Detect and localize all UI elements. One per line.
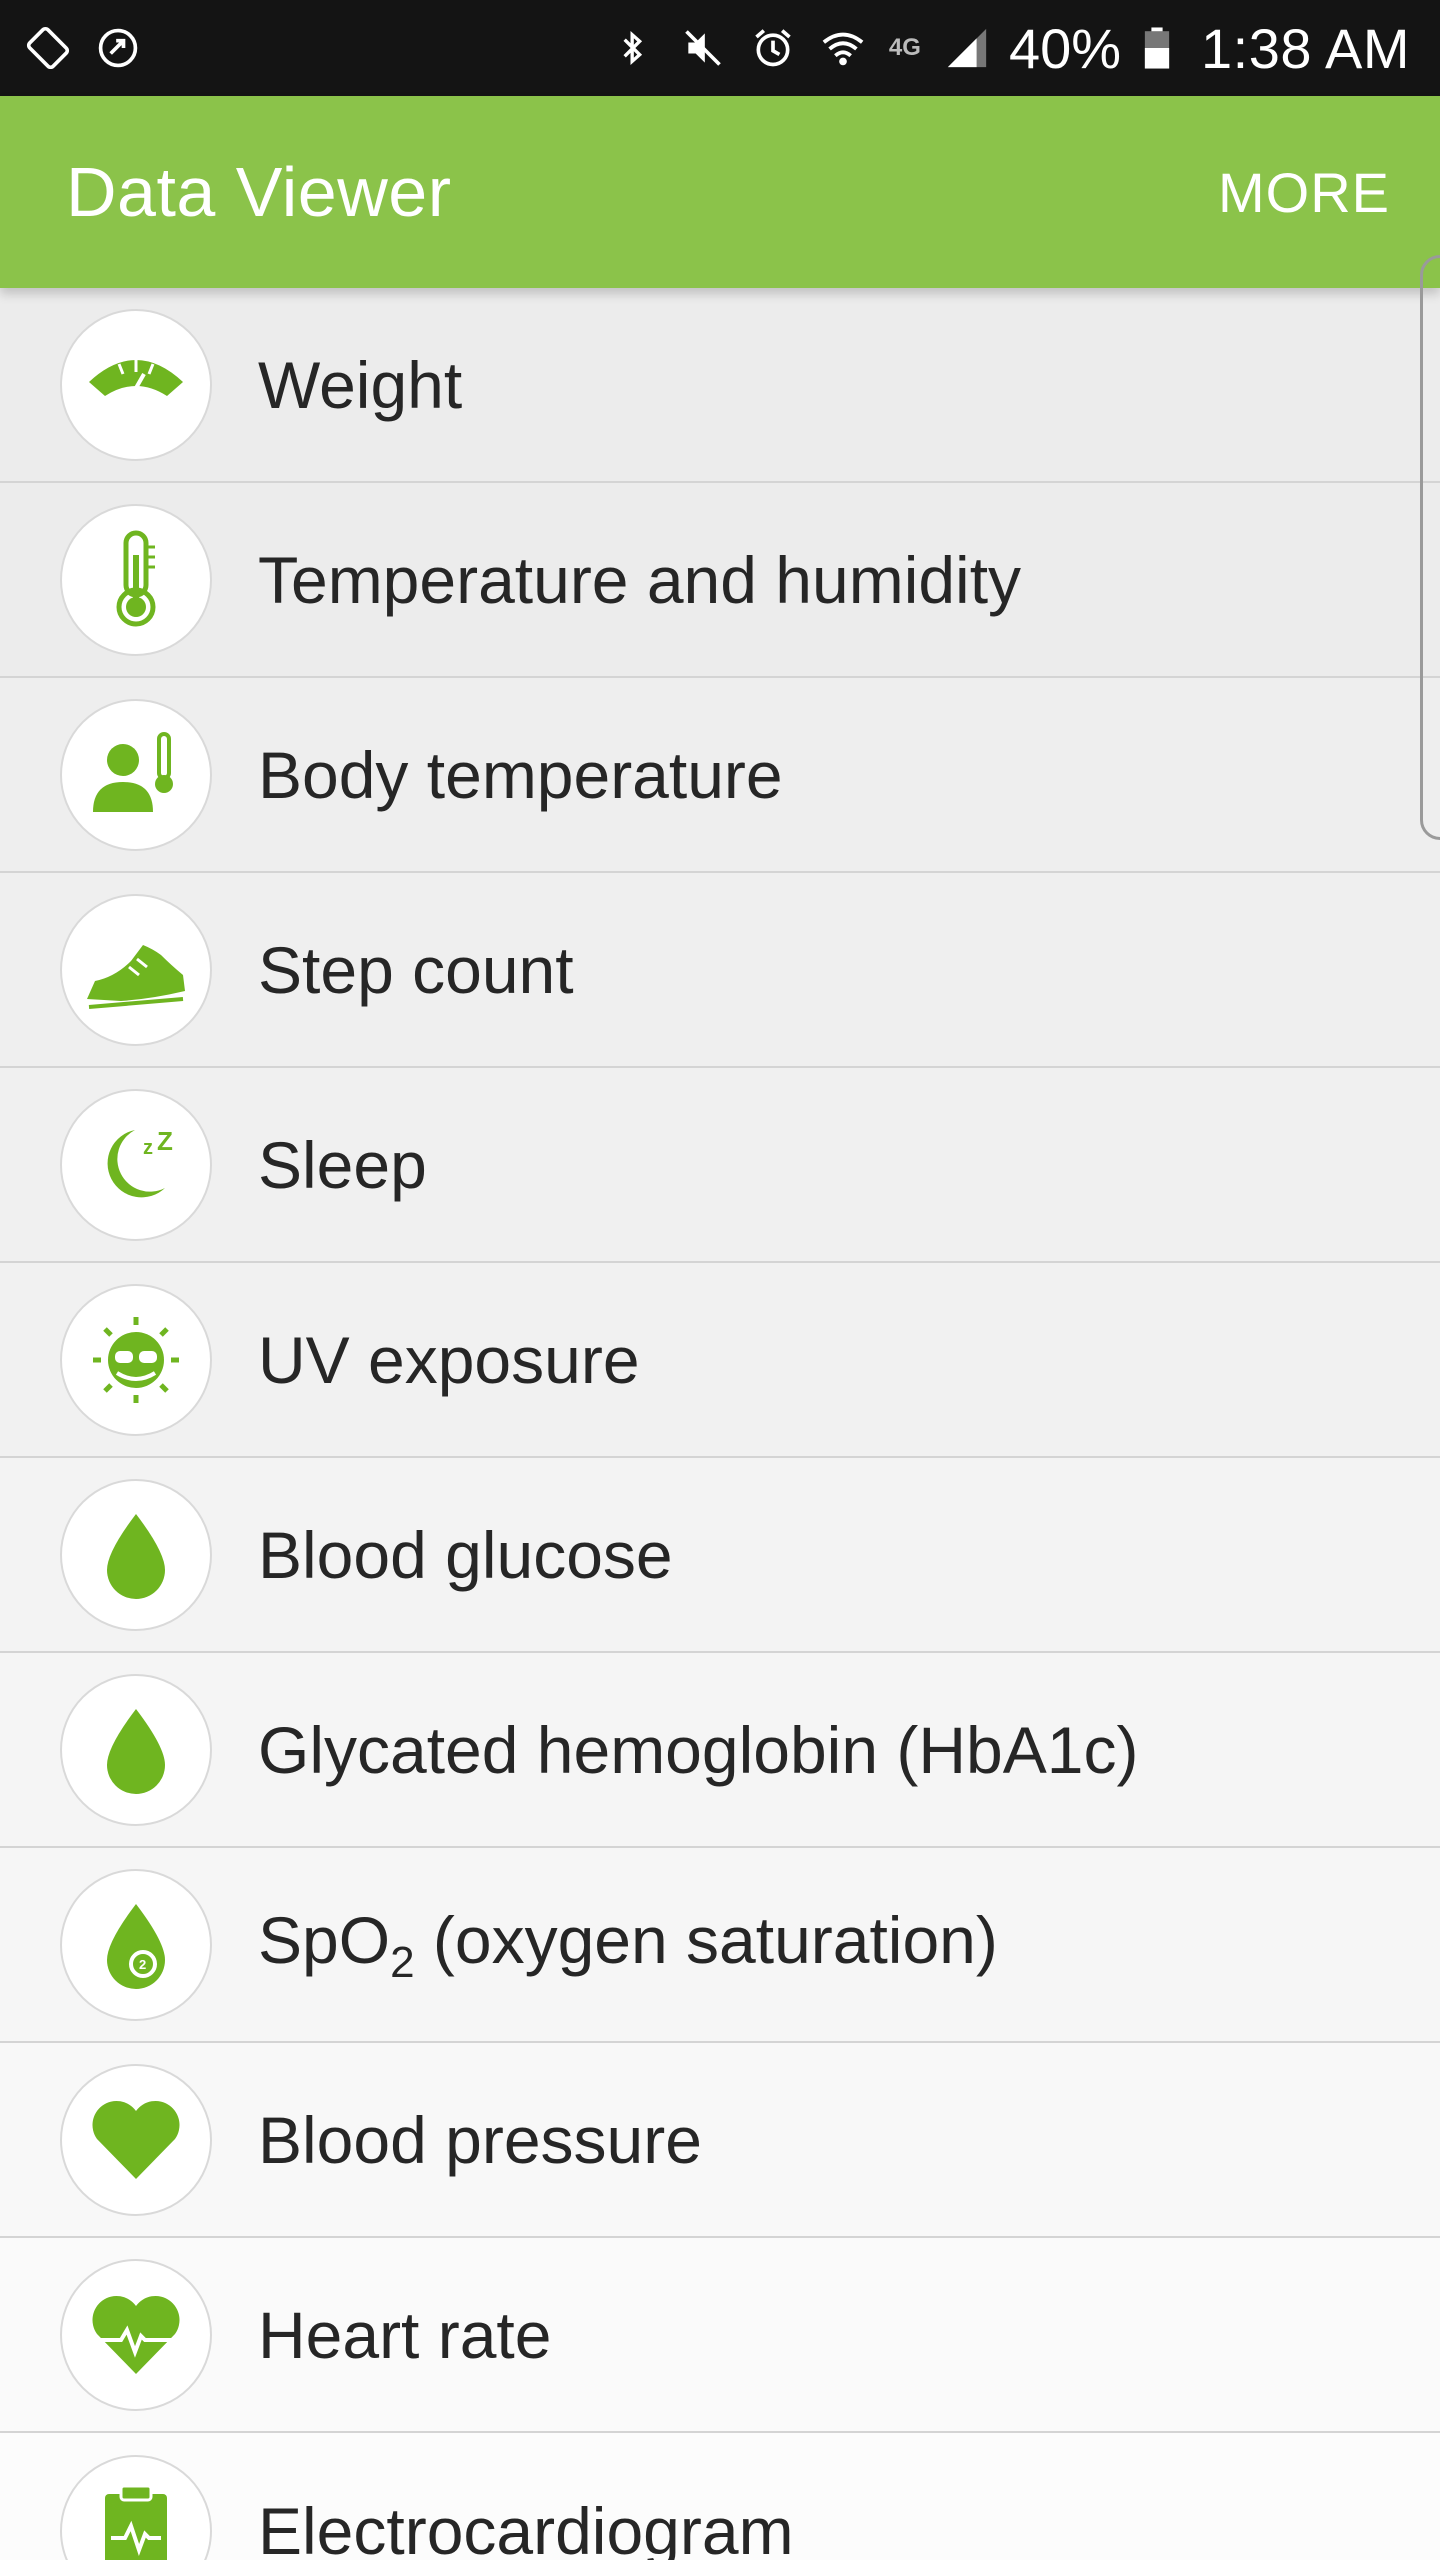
status-right: 4G 40% 1:38 AM (587, 16, 1410, 81)
mute-icon (679, 24, 727, 72)
item-label: Sleep (258, 1127, 427, 1202)
item-label: Electrocardiogram (258, 2493, 794, 2560)
list-item-weight[interactable]: Weight (0, 288, 1440, 483)
oxygen-drop-icon: 2 (60, 1868, 212, 2021)
ecg-clipboard-icon (60, 2454, 212, 2560)
list-item-body-temperature[interactable]: Body temperature (0, 678, 1440, 873)
svg-text:Z: Z (157, 1126, 173, 1156)
list-item-step-count[interactable]: Step count (0, 873, 1440, 1068)
status-left (24, 24, 164, 72)
status-bar: 4G 40% 1:38 AM (0, 0, 1440, 96)
edge-panel-handle[interactable] (1420, 255, 1440, 840)
drop-icon (60, 1673, 212, 1826)
clock: 1:38 AM (1201, 16, 1410, 80)
list-item-hba1c[interactable]: Glycated hemoglobin (HbA1c) (0, 1653, 1440, 1848)
list-item-temperature-humidity[interactable]: Temperature and humidity (0, 483, 1440, 678)
item-label: Glycated hemoglobin (HbA1c) (258, 1712, 1139, 1787)
list-item-blood-glucose[interactable]: Blood glucose (0, 1458, 1440, 1653)
signal-icon (943, 24, 991, 72)
scale-icon (60, 308, 212, 461)
item-label: Body temperature (258, 737, 783, 812)
item-label: SpO2 (oxygen saturation) (258, 1902, 998, 1988)
list-item-heart-rate[interactable]: Heart rate (0, 2238, 1440, 2433)
item-label: Blood glucose (258, 1517, 673, 1592)
spo2-subscript: 2 (390, 1937, 415, 1987)
battery-icon (1133, 24, 1181, 72)
item-label: Heart rate (258, 2297, 552, 2372)
bluetooth-icon (609, 24, 657, 72)
svg-text:z: z (143, 1137, 153, 1159)
item-label: Weight (258, 347, 463, 422)
list-item-spo2[interactable]: 2 SpO2 (oxygen saturation) (0, 1848, 1440, 2043)
alarm-icon (749, 24, 797, 72)
shoe-icon (60, 893, 212, 1046)
spo2-suffix: (oxygen saturation) (414, 1902, 998, 1977)
heart-icon (60, 2063, 212, 2216)
network-type-label: 4G (888, 34, 921, 61)
more-button[interactable]: MORE (1218, 160, 1390, 225)
item-label: Step count (258, 932, 574, 1007)
sun-sunglasses-icon (60, 1283, 212, 1436)
list-item-electrocardiogram[interactable]: Electrocardiogram (0, 2433, 1440, 2560)
item-label: Temperature and humidity (258, 542, 1022, 617)
heart-pulse-icon (60, 2258, 212, 2411)
thermometer-icon (60, 503, 212, 656)
sync-icon (94, 24, 142, 72)
drop-icon (60, 1478, 212, 1631)
item-label: Blood pressure (258, 2102, 702, 2177)
battery-percentage: 40% (1008, 16, 1122, 80)
list-item-uv-exposure[interactable]: UV exposure (0, 1263, 1440, 1458)
body-temperature-icon (60, 698, 212, 851)
list-item-blood-pressure[interactable]: Blood pressure (0, 2043, 1440, 2238)
wifi-icon (819, 24, 867, 72)
svg-text:2: 2 (139, 1957, 146, 1972)
screen-rotation-icon (24, 24, 72, 72)
spo2-prefix: SpO (258, 1902, 391, 1977)
page-title: Data Viewer (66, 153, 452, 231)
moon-sleep-icon: zZ (60, 1088, 212, 1241)
data-type-list: Weight Temperature and humidity Body tem… (0, 288, 1440, 2560)
item-label: UV exposure (258, 1322, 640, 1397)
app-bar: Data Viewer MORE (0, 96, 1440, 288)
list-item-sleep[interactable]: zZ Sleep (0, 1068, 1440, 1263)
